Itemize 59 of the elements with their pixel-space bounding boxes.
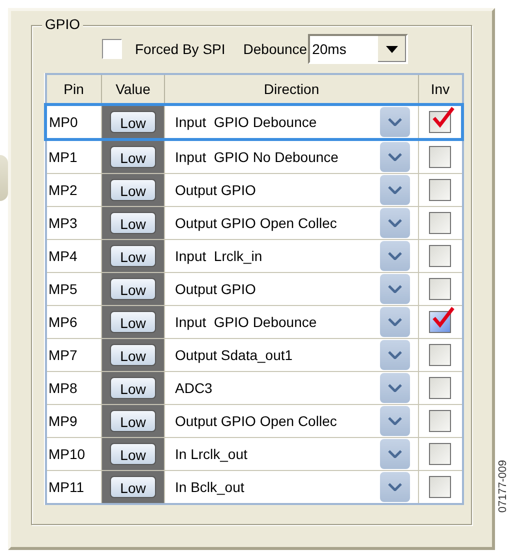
debounce-dropdown[interactable]: 20ms: [308, 34, 408, 64]
value-button[interactable]: Low: [110, 278, 156, 300]
chevron-down-icon: [388, 285, 402, 293]
column-header: Value: [102, 74, 164, 104]
value-button[interactable]: Low: [110, 410, 156, 432]
inv-checkbox[interactable]: [429, 377, 452, 399]
direction-dropdown[interactable]: ADC3: [165, 372, 418, 404]
chevron-down-icon: [388, 219, 402, 227]
figure-id: 07177-009: [497, 460, 509, 513]
value-button[interactable]: Low: [110, 146, 156, 168]
checkbox-label: Forced By SPI: [135, 41, 226, 57]
direction-dropdown[interactable]: Output GPIO Open Collec: [165, 405, 418, 437]
chevron-down-icon: [388, 483, 402, 491]
check-mark-icon: [431, 305, 456, 329]
direction-dropdown[interactable]: Input GPIO Debounce: [165, 106, 418, 138]
dropdown-arrow-icon: [386, 46, 398, 52]
inv-checkbox[interactable]: [429, 410, 452, 432]
value-button[interactable]: Low: [110, 179, 156, 201]
value-button[interactable]: Low: [110, 377, 156, 399]
inv-checkbox[interactable]: [429, 344, 452, 366]
group-title: GPIO: [42, 16, 84, 32]
direction-dropdown[interactable]: In Lrclk_out: [165, 438, 418, 470]
chevron-down-icon: [388, 252, 402, 260]
inv-checkbox[interactable]: [429, 278, 452, 300]
chevron-down-icon: [388, 186, 402, 194]
direction-dropdown[interactable]: Output GPIO: [165, 273, 418, 305]
direction-dropdown[interactable]: In Bclk_out: [165, 471, 418, 503]
debounce-label: Debounce: [243, 41, 308, 57]
direction-dropdown[interactable]: Input GPIO Debounce: [165, 306, 418, 338]
chevron-down-icon: [388, 118, 402, 126]
chevron-down-icon: [388, 417, 402, 425]
value-button[interactable]: Low: [110, 245, 156, 267]
direction-dropdown[interactable]: Input GPIO No Debounce: [165, 141, 418, 173]
value-button[interactable]: Low: [110, 476, 156, 498]
direction-dropdown[interactable]: Input Lrclk_in: [165, 240, 418, 272]
inv-checkbox[interactable]: [429, 179, 452, 201]
value-button[interactable]: Low: [110, 212, 156, 234]
chevron-down-icon: [388, 351, 402, 359]
column-header: Inv: [418, 74, 462, 104]
value-button[interactable]: Low: [110, 344, 156, 366]
inv-checkbox[interactable]: [429, 245, 452, 267]
direction-dropdown[interactable]: Output GPIO: [165, 174, 418, 206]
chevron-down-icon: [388, 384, 402, 392]
value-button[interactable]: Low: [110, 111, 156, 133]
column-header: Pin: [46, 74, 102, 104]
check-mark-icon: [431, 105, 455, 129]
direction-dropdown[interactable]: Output Sdata_out1: [165, 339, 418, 371]
value-button[interactable]: Low: [110, 443, 156, 465]
column-header: Direction: [164, 74, 418, 104]
inv-checkbox[interactable]: [429, 146, 452, 168]
chevron-down-icon: [388, 450, 402, 458]
chevron-down-icon: [388, 318, 402, 326]
inv-checkbox[interactable]: [429, 476, 452, 498]
inv-checkbox[interactable]: [429, 443, 452, 465]
value-button[interactable]: Low: [110, 311, 156, 333]
inv-checkbox[interactable]: [429, 212, 452, 234]
forced-by-spi-checkbox[interactable]: [102, 39, 122, 59]
direction-dropdown[interactable]: Output GPIO Open Collec: [165, 207, 418, 239]
chevron-down-icon: [388, 153, 402, 161]
